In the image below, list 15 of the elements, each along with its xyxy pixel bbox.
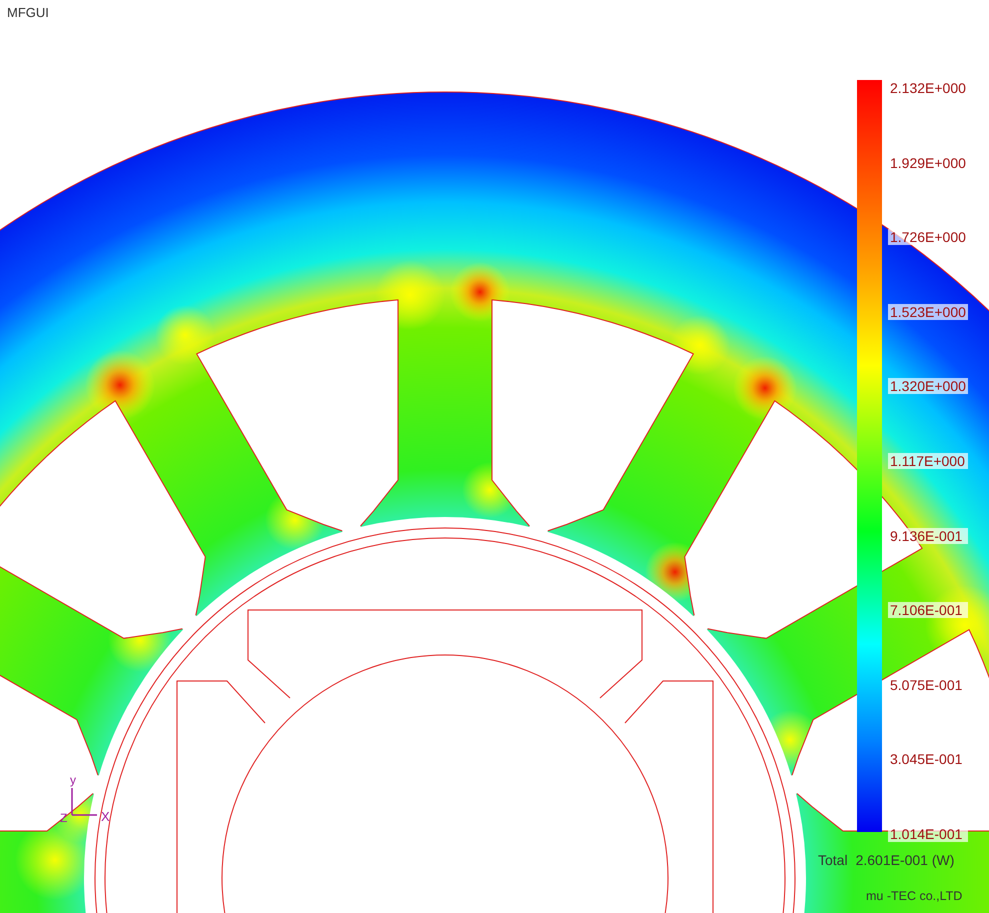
company-name: mu -TEC co.,LTD [866,890,962,902]
legend-value-label: 1.726E+000 [888,229,968,246]
x-axis-label: X [101,809,110,824]
legend-value-label: 1.117E+000 [888,452,968,469]
total-value: 2.601E-001 (W) [856,853,954,867]
window-title: MFGUI [7,6,49,19]
axis-triad-drawing [71,788,97,816]
legend-value-label: 1.320E+000 [888,378,968,394]
legend-value-label: 1.523E+000 [888,304,968,320]
legend-value-label: 9.136E-001 [888,528,968,544]
legend-value-label: 7.106E-001 [888,602,968,618]
y-axis-label: y [70,773,76,787]
z-axis-label: Z [60,811,68,825]
legend-value-label: 2.132E+000 [888,80,968,96]
total-label: Total [818,853,848,867]
